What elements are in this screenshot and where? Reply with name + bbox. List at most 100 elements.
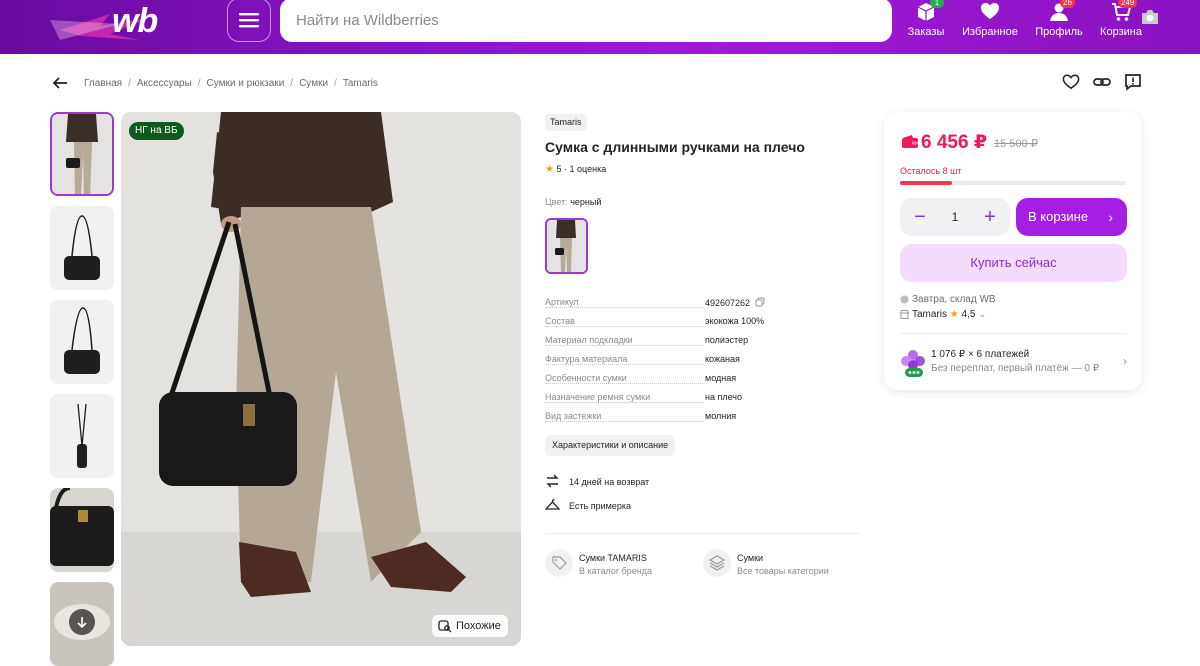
- breadcrumb-separator: /: [128, 78, 131, 89]
- gallery-thumbnail[interactable]: [50, 394, 114, 478]
- search-input[interactable]: [296, 9, 836, 31]
- product-rating[interactable]: ★ 5 · 1 оценка: [545, 164, 606, 175]
- price-value: 6 456 ₽: [921, 132, 988, 153]
- nav-profile-label: Профиль: [1035, 26, 1083, 38]
- breadcrumb: Главная / Аксессуары / Сумки и рюкзаки /…: [84, 78, 378, 89]
- color-option[interactable]: [545, 218, 588, 274]
- wildberries-logo[interactable]: wb: [40, 0, 190, 54]
- buy-now-button[interactable]: Купить сейчас: [900, 244, 1127, 282]
- category-title: Сумки: [737, 553, 764, 563]
- specs-list: Артикул 492607262 Состав экокожа 100% Ма…: [545, 297, 775, 430]
- similar-label: Похожие: [456, 620, 501, 632]
- spec-key: Состав: [545, 316, 577, 326]
- spec-leader: [545, 364, 703, 365]
- profile-badge: 26: [1060, 0, 1075, 8]
- old-price: 15 500 ₽: [994, 138, 1038, 150]
- stock-left-text: Осталось 8 шт: [900, 166, 962, 176]
- spec-key: Фактура материала: [545, 354, 630, 364]
- star-icon: ★: [949, 309, 959, 320]
- brand-link[interactable]: Tamaris: [545, 114, 587, 131]
- spec-leader: [545, 402, 703, 403]
- spec-key: Вид застежки: [545, 411, 604, 421]
- search-bar: [280, 0, 1158, 42]
- divider: [900, 333, 1127, 334]
- spec-value: полиэстер: [705, 335, 749, 345]
- installment-subtitle: Без переплат, первый платёж — 0 ₽: [931, 363, 1100, 374]
- color-label: Цвет: черный: [545, 197, 601, 207]
- hamburger-icon: [239, 13, 259, 28]
- spec-leader: [545, 421, 703, 422]
- spec-leader: [545, 326, 703, 327]
- gallery-thumbnail[interactable]: [50, 300, 114, 384]
- spec-value: кожаная: [705, 354, 740, 364]
- gallery-scroll-down-button[interactable]: [69, 609, 95, 635]
- spec-leader: [545, 307, 703, 308]
- color-caption: Цвет:: [545, 197, 568, 207]
- spec-leader: [545, 383, 703, 384]
- similar-button[interactable]: Похожие: [432, 615, 508, 637]
- spec-key: Назначение ремня сумки: [545, 392, 653, 402]
- nav-cart[interactable]: 249 Корзина: [1086, 0, 1156, 40]
- breadcrumb-link[interactable]: Сумки и рюкзаки: [207, 78, 285, 89]
- spec-row: Назначение ремня сумки на плечо: [545, 392, 775, 411]
- spec-key: Материал подкладки: [545, 335, 635, 345]
- star-icon: ★: [545, 164, 554, 175]
- nav-favorites-label: Избранное: [962, 26, 1018, 38]
- spec-row: Особенности сумки модная: [545, 373, 775, 392]
- top-header: wb 1 Заказы Избранное 26: [0, 0, 1200, 54]
- product-main-image[interactable]: [121, 112, 521, 646]
- buy-card: 6 456 ₽ 15 500 ₽ Осталось 8 шт − 1 + В к…: [884, 112, 1142, 390]
- breadcrumb-link[interactable]: Аксессуары: [137, 78, 192, 89]
- menu-button[interactable]: [227, 0, 271, 42]
- spec-key: Особенности сумки: [545, 373, 629, 383]
- nav-profile[interactable]: 26 Профиль: [1024, 0, 1094, 40]
- spec-row: Артикул 492607262: [545, 297, 775, 316]
- image-search-icon: [438, 620, 452, 633]
- characteristics-button[interactable]: Характеристики и описание: [545, 435, 676, 456]
- spec-row: Состав экокожа 100%: [545, 316, 775, 335]
- breadcrumb-link[interactable]: Сумки: [299, 78, 328, 89]
- nav-cart-label: Корзина: [1100, 26, 1142, 38]
- layers-icon: [703, 549, 731, 577]
- delivery-text: Завтра, склад WB: [912, 294, 996, 305]
- report-icon[interactable]: [1124, 73, 1142, 91]
- stock-progress-fill: [900, 181, 952, 185]
- promo-badge: НГ на ВБ: [129, 122, 184, 140]
- stock-progress: [900, 181, 1126, 185]
- category-subtitle: Все товары категории: [737, 566, 829, 576]
- reviews-count: 1 оценка: [569, 164, 607, 174]
- feature-text: Есть примерка: [569, 501, 631, 511]
- copy-icon[interactable]: [755, 297, 765, 307]
- spec-key: Артикул: [545, 297, 581, 307]
- divider: [545, 533, 860, 534]
- rating-value: 5: [556, 164, 562, 174]
- return-arrows-icon: [546, 474, 559, 488]
- gallery-thumbnail[interactable]: [50, 488, 114, 572]
- installment-logo-icon: [901, 350, 925, 377]
- brand-catalog-title: Сумки TAMARIS: [579, 553, 647, 563]
- product-title: Сумка с длинными ручками на плечо: [545, 139, 805, 155]
- in-cart-button[interactable]: В корзине ›: [1016, 198, 1127, 236]
- spec-value: экокожа 100%: [705, 316, 765, 326]
- installment-offer[interactable]: 1 076 ₽ × 6 платежей Без переплат, первы…: [900, 348, 1127, 378]
- article-number: 492607262: [705, 298, 751, 308]
- breadcrumb-link[interactable]: Главная: [84, 78, 122, 89]
- tag-icon: [545, 549, 573, 577]
- color-value: черный: [570, 197, 602, 207]
- back-arrow-icon[interactable]: [52, 75, 68, 91]
- breadcrumb-link[interactable]: Tamaris: [343, 78, 378, 89]
- heart-icon[interactable]: [1062, 73, 1080, 91]
- gallery-thumbnail[interactable]: [50, 112, 114, 196]
- increase-button[interactable]: +: [974, 198, 1006, 236]
- nav-favorites[interactable]: Избранное: [955, 0, 1025, 40]
- orders-badge: 1: [930, 0, 944, 8]
- quantity-stepper: − 1 +: [900, 198, 1010, 236]
- breadcrumb-separator: /: [197, 78, 201, 89]
- nav-orders[interactable]: 1 Заказы: [891, 0, 961, 40]
- link-icon[interactable]: [1093, 73, 1111, 91]
- spec-leader: [545, 345, 703, 346]
- in-cart-label: В корзине: [1028, 209, 1089, 224]
- heart-icon: [981, 3, 999, 19]
- cart-badge: 249: [1118, 0, 1138, 8]
- gallery-thumbnail[interactable]: [50, 206, 114, 290]
